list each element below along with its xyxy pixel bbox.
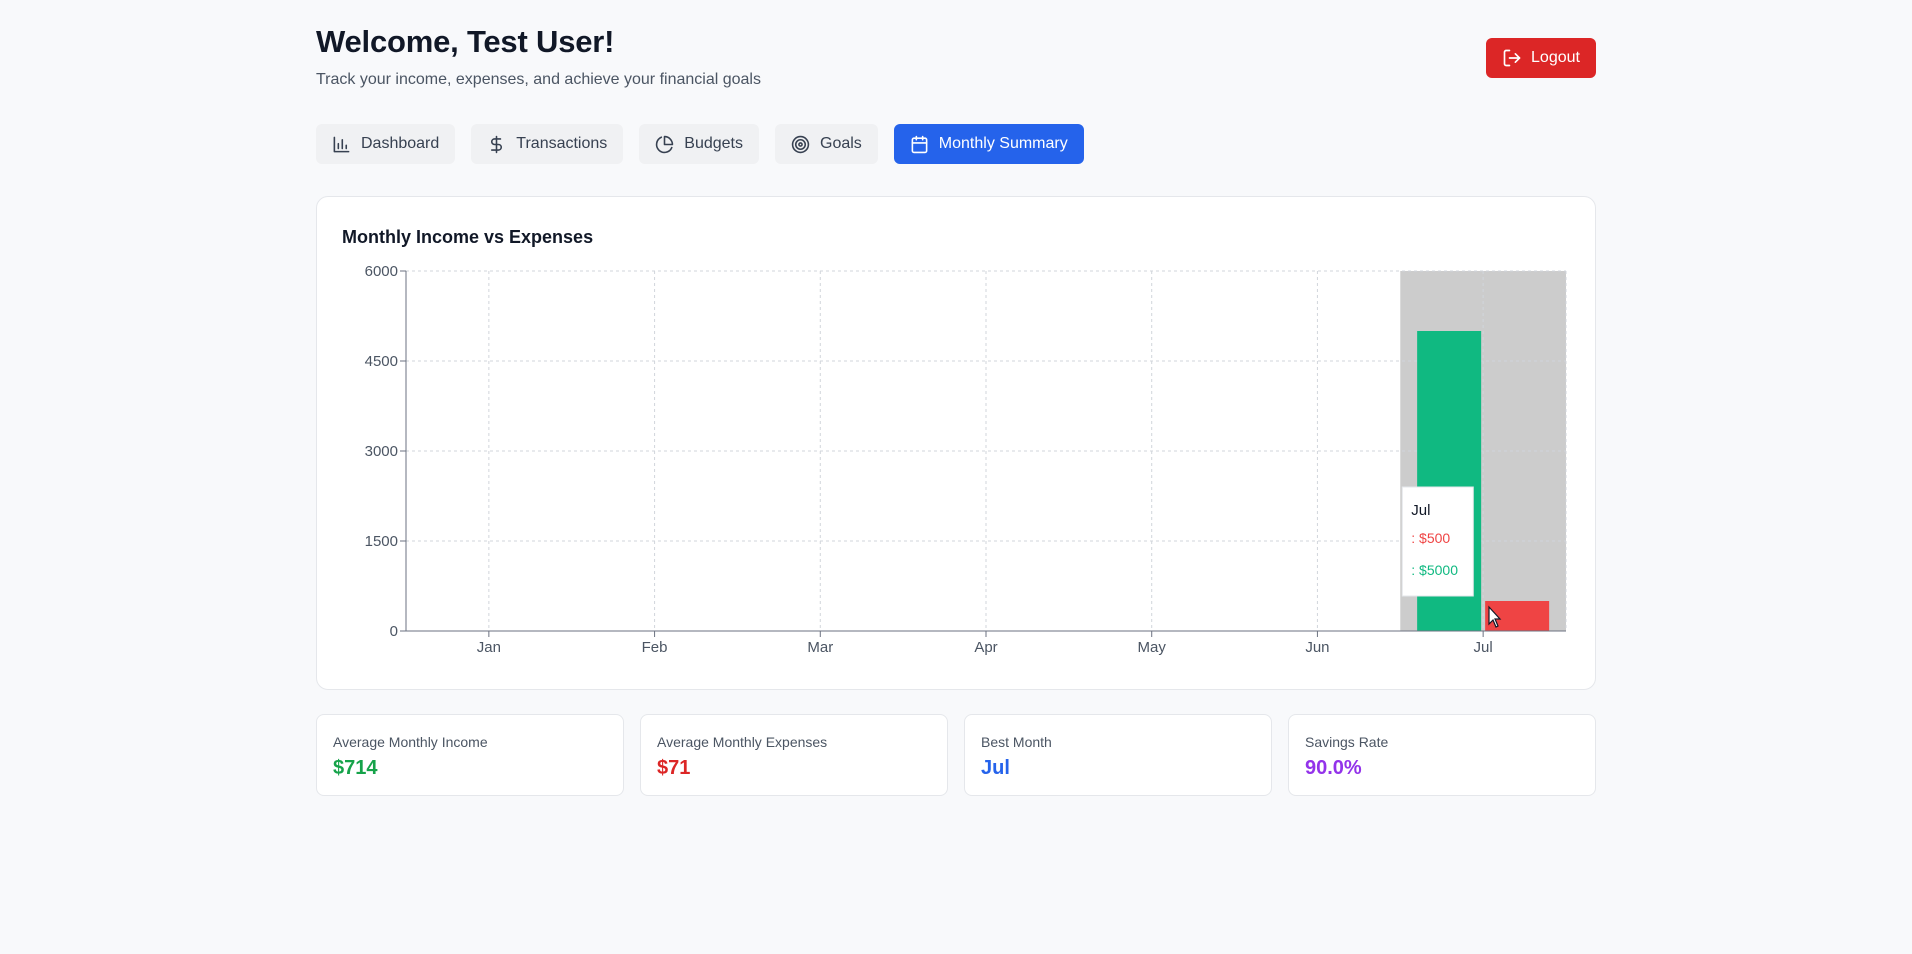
y-tick-label: 4500 [365,353,398,370]
stat-label: Savings Rate [1305,734,1389,750]
tooltip-income: : $5000 [1411,562,1458,578]
x-tick-label: Apr [974,639,997,656]
target-icon [791,135,810,153]
page-header: Welcome, Test User! Track your income, e… [316,0,1596,110]
tab-label: Monthly Summary [938,135,1068,152]
bar-chart-icon [333,136,350,152]
logout-button[interactable]: Logout [1486,38,1596,78]
y-tick-label: 0 [390,623,398,640]
x-tick-label: Jan [477,639,501,656]
x-tick-label: Jun [1305,639,1329,656]
tab-budgets[interactable]: Budgets [639,124,759,164]
tab-label: Transactions [516,135,608,152]
tooltip-expense: : $500 [1411,530,1450,546]
stat-card-savings-rate: Savings Rate 90.0% [1288,714,1596,796]
x-tick-label: Mar [807,639,833,656]
stat-card-best-month: Best Month Jul [964,714,1272,796]
logout-label: Logout [1531,49,1580,66]
stat-label: Average Monthly Income [333,734,488,750]
chart-card: Monthly Income vs Expenses 0 1500 3000 4500… [316,196,1596,690]
tab-transactions[interactable]: Transactions [471,124,624,164]
tab-bar: Dashboard Transactions Budgets Goals Mon… [316,124,1084,164]
stat-value: 90.0% [1305,757,1362,779]
pie-chart-icon [656,135,674,153]
tab-goals[interactable]: Goals [775,124,878,164]
tooltip-title: Jul [1411,502,1430,519]
stat-value: $71 [657,757,691,779]
calendar-icon [911,135,928,153]
main-container: Welcome, Test User! Track your income, e… [316,0,1596,796]
x-tick-label: May [1138,639,1167,656]
page-subtitle: Track your income, expenses, and achieve… [316,71,761,88]
stat-card-avg-expenses: Average Monthly Expenses $71 [640,714,948,796]
tab-label: Goals [820,135,862,152]
y-tick-label: 6000 [365,263,398,280]
tab-monthly-summary[interactable]: Monthly Summary [893,124,1084,164]
stats-row: Average Monthly Income $714 Average Mont… [316,714,1596,796]
stat-label: Best Month [981,734,1052,750]
stat-value: Jul [981,757,1010,779]
x-tick-label: Feb [642,639,668,656]
dollar-icon [491,135,503,153]
tab-label: Dashboard [361,135,440,152]
tab-dashboard[interactable]: Dashboard [316,124,456,164]
x-tick-label: Jul [1474,639,1493,656]
stat-card-avg-income: Average Monthly Income $714 [316,714,624,796]
income-expense-chart[interactable]: 0 1500 3000 4500 6000 Jan Feb Mar Apr May Jun Jul Ju… [317,197,1597,691]
y-tick-label: 3000 [365,443,398,460]
logout-icon [1503,49,1521,67]
stat-value: $714 [333,757,378,779]
page-title: Welcome, Test User! [316,24,615,59]
y-tick-label: 1500 [365,533,398,550]
stat-label: Average Monthly Expenses [657,734,828,750]
tab-label: Budgets [684,135,743,152]
